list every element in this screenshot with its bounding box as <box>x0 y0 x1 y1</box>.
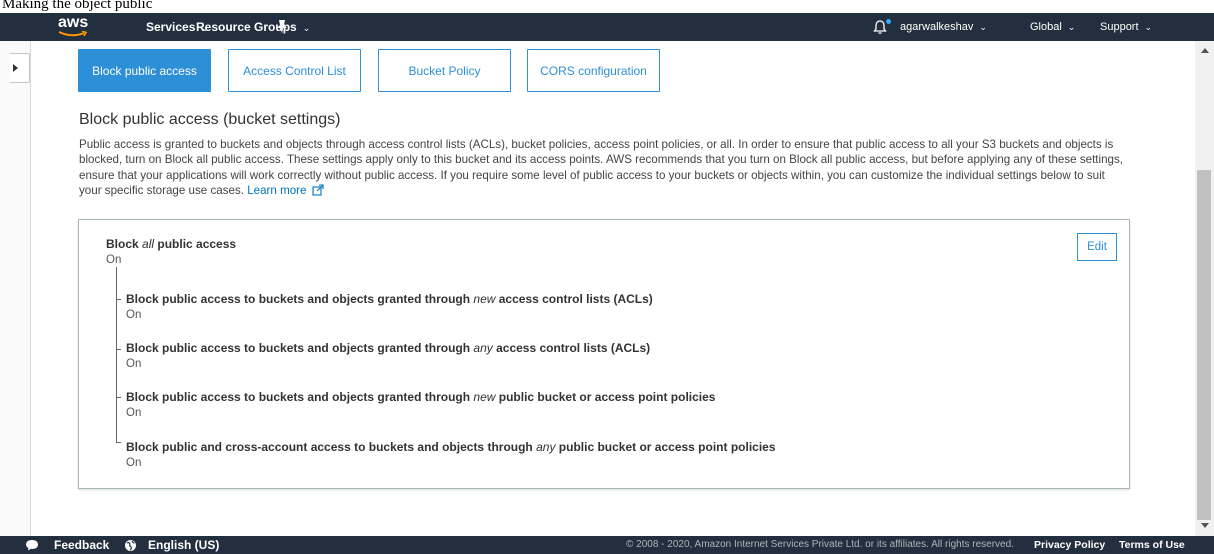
privacy-policy-link[interactable]: Privacy Policy <box>1034 539 1105 551</box>
support-label: Support <box>1100 21 1139 33</box>
setting-any-policies-title: Block public and cross-account access to… <box>126 440 776 454</box>
resource-groups-menu[interactable]: Resource Groups ⌄ <box>196 20 310 34</box>
setting-new-acls-value: On <box>126 309 142 321</box>
section-description: Public access is granted to buckets and … <box>79 137 1129 199</box>
aws-logo-text: aws <box>58 14 89 31</box>
tab-cors-configuration[interactable]: CORS configuration <box>527 49 660 92</box>
user-label: agarwalkeshav <box>900 21 974 33</box>
setting-title-post: public bucket or access point policies <box>495 390 716 404</box>
setting-title-em: new <box>473 390 496 404</box>
language-selector[interactable]: English (US) <box>148 538 219 552</box>
setting-new-policies-title: Block public access to buckets and objec… <box>126 390 715 404</box>
support-menu[interactable]: Support ⌄ <box>1100 21 1152 33</box>
setting-any-acls-value: On <box>126 358 142 370</box>
setting-new-acls-title: Block public access to buckets and objec… <box>126 292 653 306</box>
chevron-down-icon: ⌄ <box>1067 22 1076 32</box>
scroll-up-arrow-icon[interactable] <box>1201 48 1209 53</box>
external-link-icon[interactable] <box>312 184 324 196</box>
region-menu[interactable]: Global ⌄ <box>1030 21 1075 33</box>
caret-right-icon <box>13 64 18 72</box>
setting-title-pre: Block public access to buckets and objec… <box>126 390 474 404</box>
pin-icon[interactable] <box>275 19 289 35</box>
collapsed-sidebar <box>0 41 31 536</box>
aws-logo[interactable]: aws <box>58 14 92 40</box>
globe-icon <box>125 540 136 551</box>
aws-smile-icon <box>58 31 88 37</box>
footer-bar: Feedback English (US) © 2008 - 2020, Ama… <box>0 536 1214 554</box>
tree-connector-branch <box>116 397 121 398</box>
scroll-down-arrow-icon[interactable] <box>1201 523 1209 528</box>
services-label: Services <box>146 20 196 34</box>
scroll-thumb[interactable] <box>1197 170 1211 520</box>
setting-new-policies-value: On <box>126 407 142 419</box>
setting-title-post: access control lists (ACLs) <box>492 341 651 355</box>
setting-title-post: access control lists (ACLs) <box>495 292 653 306</box>
setting-title-pre: Block public and cross-account access to… <box>126 440 537 454</box>
setting-title-pre: Block public access to buckets and objec… <box>126 341 474 355</box>
block-all-title-em: all <box>142 237 155 251</box>
setting-title-post: public bucket or access point policies <box>555 440 776 454</box>
learn-more-link[interactable]: Learn more <box>247 184 306 197</box>
caption-text: Making the object public <box>2 0 153 12</box>
tree-connector-vertical <box>116 267 117 442</box>
setting-any-acls-title: Block public access to buckets and objec… <box>126 341 650 355</box>
block-all-title: Block all public access <box>106 237 236 251</box>
tab-access-control-list[interactable]: Access Control List <box>228 49 361 92</box>
tree-connector-branch <box>116 349 121 350</box>
copyright-text: © 2008 - 2020, Amazon Internet Services … <box>626 539 1014 550</box>
vertical-scrollbar[interactable] <box>1195 41 1214 536</box>
chevron-down-icon: ⌄ <box>979 22 987 32</box>
tab-block-public-access[interactable]: Block public access <box>78 49 211 92</box>
block-public-access-panel: Block all public access On Edit Block pu… <box>78 219 1130 489</box>
chevron-down-icon: ⌄ <box>302 23 311 33</box>
chat-bubble-icon <box>26 540 38 551</box>
section-title: Block public access (bucket settings) <box>79 111 341 128</box>
tree-connector-branch <box>116 299 121 300</box>
top-navbar: aws Services ⌄ Resource Groups ⌄ agarwalke… <box>0 13 1214 41</box>
description-text: Public access is granted to buckets and … <box>79 138 1123 198</box>
setting-title-em: new <box>473 292 496 306</box>
tab-bucket-policy[interactable]: Bucket Policy <box>378 49 511 92</box>
feedback-link[interactable]: Feedback <box>54 538 109 552</box>
setting-title-pre: Block public access to buckets and objec… <box>126 292 474 306</box>
block-all-title-post: public access <box>154 237 237 251</box>
user-menu[interactable]: agarwalkeshav ⌄ <box>900 21 987 33</box>
tree-connector-branch <box>116 442 121 443</box>
setting-title-em: any <box>536 440 556 454</box>
setting-any-policies-value: On <box>126 457 142 469</box>
block-all-title-pre: Block <box>106 237 143 251</box>
terms-of-use-link[interactable]: Terms of Use <box>1119 539 1185 551</box>
block-all-value: On <box>106 254 122 266</box>
edit-button[interactable]: Edit <box>1077 233 1117 261</box>
chevron-down-icon: ⌄ <box>1144 22 1153 32</box>
region-label: Global <box>1030 21 1062 33</box>
setting-title-em: any <box>473 341 493 355</box>
sidebar-toggle-button[interactable] <box>10 53 30 83</box>
notification-dot <box>886 19 891 24</box>
